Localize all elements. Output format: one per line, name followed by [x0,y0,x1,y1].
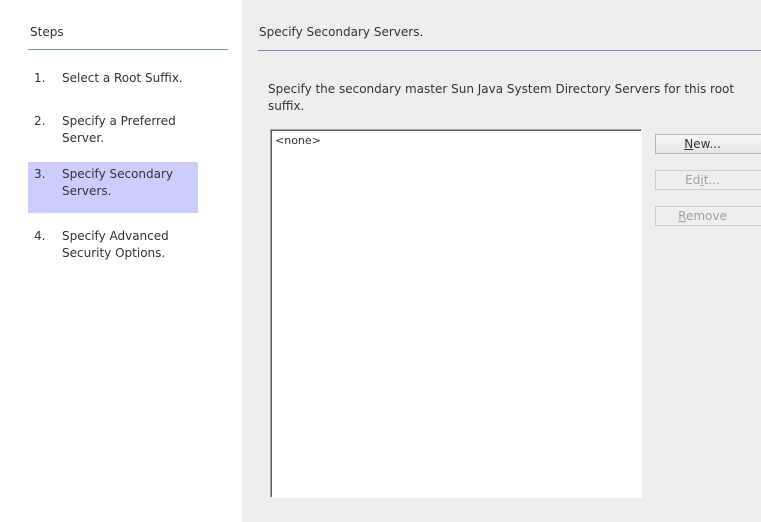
title-divider [258,50,761,51]
content-panel: Specify Secondary Servers. Specify the s… [242,0,761,522]
step-label: Specify Secondary Servers. [62,167,174,198]
step-specify-secondary-servers[interactable]: 3. Specify Secondary Servers. [28,162,198,213]
step-number: 2. [34,114,46,128]
step-label: Specify a Preferred Server. [62,114,176,145]
step-specify-advanced-security[interactable]: 4. Specify Advanced Security Options. [28,224,198,266]
remove-button[interactable]: Remove [655,206,761,226]
button-label-pre: Ed [685,173,701,187]
button-label-rest: emove [685,209,727,223]
page-title: Specify Secondary Servers. [259,25,424,39]
list-item[interactable]: <none> [275,134,637,147]
step-number: 4. [34,229,46,243]
instructions-text: Specify the secondary master Sun Java Sy… [268,82,735,113]
secondary-servers-list[interactable]: <none> [270,129,642,498]
step-label: Specify Advanced Security Options. [62,229,169,260]
new-button[interactable]: New... [655,134,761,154]
step-number: 3. [34,167,46,181]
step-specify-preferred-server[interactable]: 2. Specify a Preferred Server. [28,109,198,151]
steps-title: Steps [30,25,64,39]
edit-button[interactable]: Edit... [655,170,761,190]
step-label: Select a Root Suffix. [62,71,183,85]
button-label-rest: t... [703,173,720,187]
mnemonic: R [678,209,686,223]
steps-divider [28,49,228,50]
steps-panel: Steps 1. Select a Root Suffix. 2. Specif… [0,0,242,522]
button-label-rest: ew... [693,137,721,151]
mnemonic: N [684,137,694,151]
step-select-root-suffix[interactable]: 1. Select a Root Suffix. [28,66,198,91]
step-number: 1. [34,71,46,85]
